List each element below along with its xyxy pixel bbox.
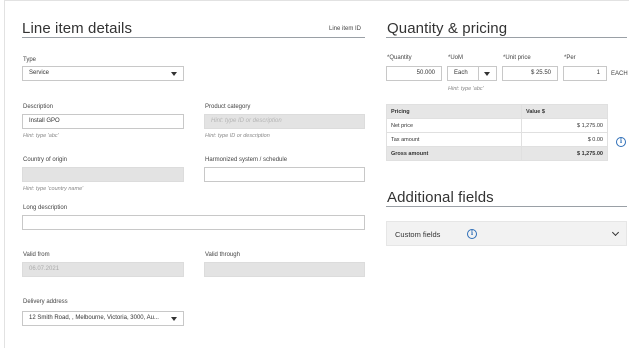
quantity-label: *Quantity [387,55,412,61]
frame-left-border [4,0,5,348]
info-icon[interactable]: i [616,137,626,147]
net-price-label: Net price [386,118,522,133]
table-row: Tax amount $ 0.00 [386,132,608,147]
tax-amount-label: Tax amount [386,132,522,147]
uom-value: Each [454,70,468,76]
frame-top-border [4,0,629,1]
valid-from-value: 06.07.2021 [29,266,60,272]
unit-price-label: *Unit price [503,55,531,61]
description-label: Description [23,104,54,110]
pricing-table: Pricing Value $ Net price $ 1,275.00 Tax… [386,104,608,161]
valid-from-input[interactable]: 06.07.2021 [22,262,184,277]
table-row: Net price $ 1,275.00 [386,118,608,133]
custom-fields-panel[interactable]: Custom fields i [386,221,627,246]
delivery-address-value: 12 Smith Road, , Melbourne, Victoria, 30… [29,315,159,321]
description-value: Install GPO [29,118,60,124]
valid-from-label: Valid from [23,252,50,258]
type-select[interactable]: Service [22,66,184,81]
quantity-input[interactable]: 50.000 [386,66,442,81]
type-value: Service [29,70,50,76]
country-label: Country of origin [23,157,68,163]
delivery-address-select[interactable]: 12 Smith Road, , Melbourne, Victoria, 30… [22,311,184,326]
tax-amount-value: $ 0.00 [521,132,608,147]
per-label: *Per [564,55,576,61]
unit-price-value: $ 25.50 [530,70,551,76]
line-item-title: Line item details [22,20,133,37]
product-category-placeholder: Hint: type ID or description [211,118,282,124]
value-col-header: Value $ [521,104,608,119]
valid-through-label: Valid through [205,252,240,258]
per-value: 1 [596,70,600,76]
line-item-id-label: Line item ID [329,26,362,32]
info-icon[interactable]: i [467,229,477,239]
long-description-input[interactable] [22,215,365,230]
line-item-title-rule [22,37,365,38]
net-price-value: $ 1,275.00 [521,118,608,133]
uom-label: *UoM [448,55,464,61]
long-description-label: Long description [23,205,68,211]
unit-price-input[interactable]: $ 25.50 [502,66,558,81]
chevron-down-icon [171,317,177,321]
custom-fields-label: Custom fields [395,230,441,239]
delivery-address-label: Delivery address [23,299,68,305]
per-input[interactable]: 1 [563,66,607,81]
uom-select[interactable]: Each [447,66,497,81]
table-row-total: Gross amount $ 1,275.00 [386,146,608,161]
additional-fields-title: Additional fields [387,189,494,206]
gross-amount-label: Gross amount [386,146,522,161]
country-hint: Hint: type 'country name' [23,186,84,192]
type-label: Type [23,57,37,63]
valid-through-input[interactable] [204,262,365,277]
quantity-pricing-title: Quantity & pricing [387,20,508,37]
pricing-table-header: Pricing Value $ [386,104,608,119]
product-category-hint: Hint: type ID or description [205,133,270,139]
additional-fields-title-rule [386,206,627,207]
chevron-down-icon [171,72,177,76]
quantity-pricing-title-rule [386,37,627,38]
hs-input[interactable] [204,167,365,182]
country-input[interactable] [22,167,184,182]
chevron-down-icon[interactable] [611,228,620,237]
product-category-label: Product category [205,104,251,110]
gross-amount-value: $ 1,275.00 [521,146,608,161]
hs-label: Harmonized system / schedule [205,157,288,163]
description-hint: Hint: type 'abc' [23,133,59,139]
uom-hint: Hint: type 'abc' [448,86,484,92]
chevron-down-icon [484,72,490,76]
pricing-col-header: Pricing [386,104,522,119]
uom-divider [478,67,479,80]
description-input[interactable]: Install GPO [22,114,184,129]
per-unit-label: EACH [611,71,628,77]
product-category-input[interactable]: Hint: type ID or description [204,114,365,129]
quantity-value: 50.000 [416,70,435,76]
